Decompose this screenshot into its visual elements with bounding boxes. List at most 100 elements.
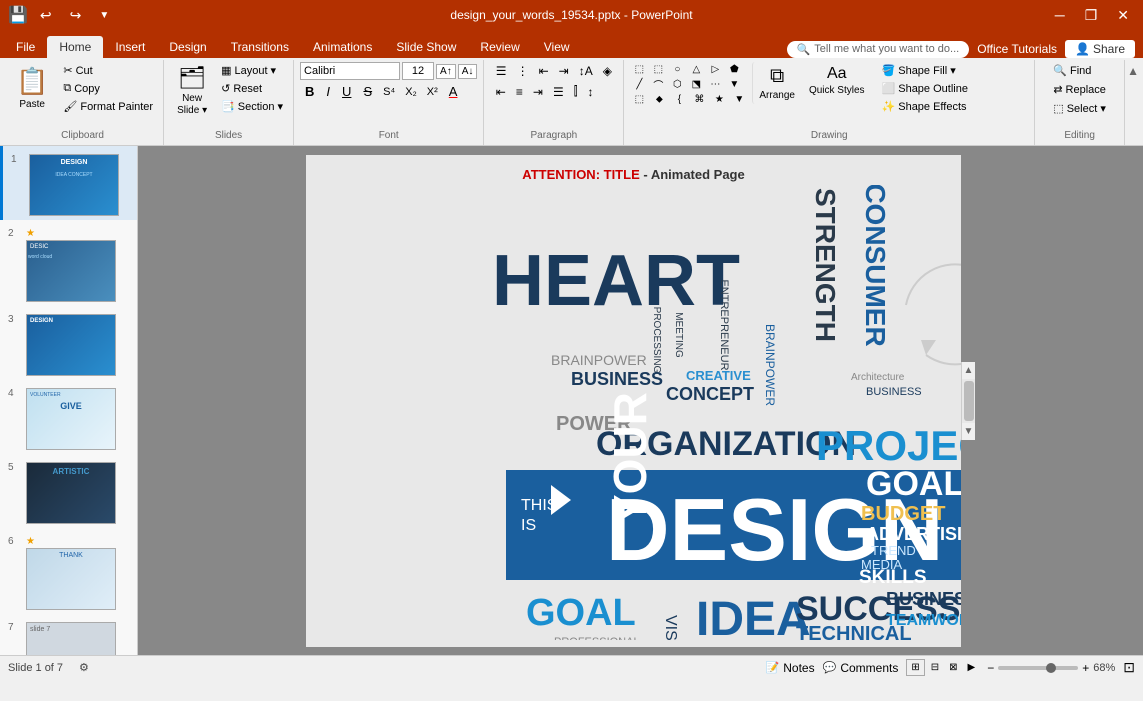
convert-smartart-button[interactable]: ◈ (599, 62, 616, 80)
tab-home[interactable]: Home (47, 36, 103, 58)
scroll-up-btn[interactable]: ▲ (962, 362, 976, 379)
decrease-font-btn[interactable]: A↓ (458, 64, 478, 79)
tab-transitions[interactable]: Transitions (219, 36, 301, 58)
shape-item[interactable]: ⬚ (630, 92, 648, 106)
increase-font-btn[interactable]: A↑ (436, 64, 456, 79)
font-size-input[interactable] (402, 62, 434, 80)
slide-thumb-7[interactable]: 7 slide 7 (0, 614, 137, 655)
align-left-button[interactable]: ⇤ (492, 82, 510, 101)
tab-view[interactable]: View (532, 36, 582, 58)
slide-thumb-3[interactable]: 3 DESIGN (0, 306, 137, 380)
slide-thumb-2[interactable]: 2 ★ DESIC word cloud (0, 220, 137, 306)
shape-item[interactable]: ▷ (706, 62, 724, 76)
bold-button[interactable]: B (300, 82, 319, 101)
slideshow-view-btn[interactable]: ▶ (964, 660, 980, 675)
align-right-button[interactable]: ⇥ (529, 82, 547, 101)
shape-item[interactable]: ⬔ (687, 77, 705, 91)
find-button[interactable]: 🔍 Find (1049, 62, 1095, 79)
shape-item[interactable]: ▼ (730, 92, 748, 106)
italic-button[interactable]: I (321, 82, 335, 101)
copy-button[interactable]: ⧉ Copy (59, 80, 157, 97)
paste-button[interactable]: 📋 Paste (8, 62, 56, 114)
tab-slideshow[interactable]: Slide Show (384, 36, 468, 58)
shape-outline-icon: ⬜ (882, 82, 896, 95)
slide-sorter-btn[interactable]: ⊟ (927, 660, 943, 675)
shape-item[interactable]: ⬡ (668, 77, 686, 91)
subscript-button[interactable]: X₂ (401, 84, 421, 100)
slide-thumb-1[interactable]: 1 DESIGN IDEA CONCEPT (0, 146, 137, 220)
replace-button[interactable]: ⇄ Replace (1049, 81, 1110, 98)
shape-item[interactable]: ★ (710, 92, 728, 106)
arrange-button[interactable]: ⧉ Arrange (752, 62, 800, 104)
shape-item[interactable]: ▼ (725, 77, 743, 91)
word-technical: TECHNICAL (796, 623, 912, 640)
scroll-down-btn[interactable]: ▼ (962, 423, 976, 440)
columns-button[interactable]: ⫿ (570, 82, 582, 101)
new-slide-button[interactable]: 🗂 NewSlide ▾ (170, 62, 214, 120)
fit-to-window-btn[interactable]: ⊡ (1123, 659, 1135, 676)
shape-item[interactable]: ⬥ (650, 92, 668, 106)
text-direction-button[interactable]: ↕A (575, 62, 597, 80)
collapse-ribbon-btn[interactable]: ▲ (1127, 64, 1139, 78)
shape-item[interactable]: ⬚ (630, 62, 648, 76)
tab-design[interactable]: Design (157, 36, 218, 58)
tab-file[interactable]: File (4, 36, 47, 58)
minimize-btn[interactable]: ─ (1049, 5, 1071, 25)
notes-button[interactable]: Notes (783, 661, 814, 675)
shape-item[interactable]: ⋯ (706, 77, 724, 91)
comments-button[interactable]: Comments (840, 661, 898, 675)
indent-inc-button[interactable]: ⇥ (555, 62, 573, 80)
restore-btn[interactable]: ❐ (1079, 5, 1104, 26)
tab-animations[interactable]: Animations (301, 36, 384, 58)
shadow-button[interactable]: S⁴ (379, 84, 399, 100)
shape-item[interactable]: ○ (668, 62, 686, 76)
shape-fill-button[interactable]: 🪣 Shape Fill ▾ (878, 62, 972, 79)
shape-item[interactable]: { (670, 92, 688, 106)
office-tutorials-link[interactable]: Office Tutorials (977, 42, 1057, 56)
quick-styles-button[interactable]: Aa Quick Styles (804, 62, 870, 100)
layout-button[interactable]: ▦ Layout ▾ (217, 62, 287, 79)
align-center-button[interactable]: ≡ (512, 82, 527, 101)
scroll-thumb-v[interactable] (964, 381, 974, 421)
numbering-button[interactable]: ⋮ (513, 62, 533, 80)
font-color-button[interactable]: A (444, 82, 463, 101)
reset-button[interactable]: ↺ Reset (217, 80, 287, 97)
zoom-slider[interactable] (998, 666, 1078, 670)
shape-item[interactable]: ╱ (630, 77, 648, 91)
close-btn[interactable]: ✕ (1111, 5, 1135, 26)
justify-button[interactable]: ☰ (549, 82, 568, 101)
line-spacing-button[interactable]: ↕ (584, 82, 598, 101)
shape-outline-button[interactable]: ⬜ Shape Outline (878, 80, 972, 97)
slide-thumb-5[interactable]: 5 ARTISTIC (0, 454, 137, 528)
cut-button[interactable]: ✂ Cut (59, 62, 157, 79)
share-btn[interactable]: 👤 Share (1065, 40, 1135, 58)
slide-canvas[interactable]: ATTENTION: TITLE - Animated Page HEART C… (306, 155, 961, 647)
shape-item[interactable]: ⬚ (649, 62, 667, 76)
slide-thumb-6[interactable]: 6 ★ THANK (0, 528, 137, 614)
zoom-in-btn[interactable]: + (1082, 661, 1089, 675)
zoom-out-btn[interactable]: − (987, 661, 994, 675)
customize-btn[interactable]: ▼ (93, 8, 115, 23)
normal-view-btn[interactable]: ⊞ (906, 659, 924, 676)
underline-button[interactable]: U (337, 82, 356, 101)
reading-view-btn[interactable]: ⊠ (945, 660, 961, 675)
tab-review[interactable]: Review (468, 36, 531, 58)
undo-btn[interactable]: ↩ (34, 5, 58, 26)
shape-effects-button[interactable]: ✨ Shape Effects (878, 98, 972, 115)
font-name-input[interactable] (300, 62, 400, 80)
slide-thumb-4[interactable]: 4 VOLUNTEER GIVE (0, 380, 137, 454)
section-button[interactable]: 📑 Section ▾ (217, 98, 287, 115)
select-button[interactable]: ⬚ Select ▾ (1049, 100, 1110, 117)
shape-item[interactable]: ⌘ (690, 92, 708, 106)
redo-btn[interactable]: ↪ (64, 5, 88, 26)
superscript-button[interactable]: X² (423, 84, 442, 100)
format-painter-button[interactable]: 🖌 Format Painter (59, 98, 157, 115)
bullets-button[interactable]: ☰ (492, 62, 511, 80)
shape-item[interactable]: ⬟ (725, 62, 743, 76)
tab-insert[interactable]: Insert (103, 36, 157, 58)
slide-panel-toggle-icon[interactable]: ⚙ (79, 661, 89, 674)
shape-item[interactable]: △ (687, 62, 705, 76)
shape-item[interactable]: ⌒ (649, 77, 667, 91)
indent-dec-button[interactable]: ⇤ (535, 62, 553, 80)
strikethrough-button[interactable]: S (358, 82, 377, 101)
